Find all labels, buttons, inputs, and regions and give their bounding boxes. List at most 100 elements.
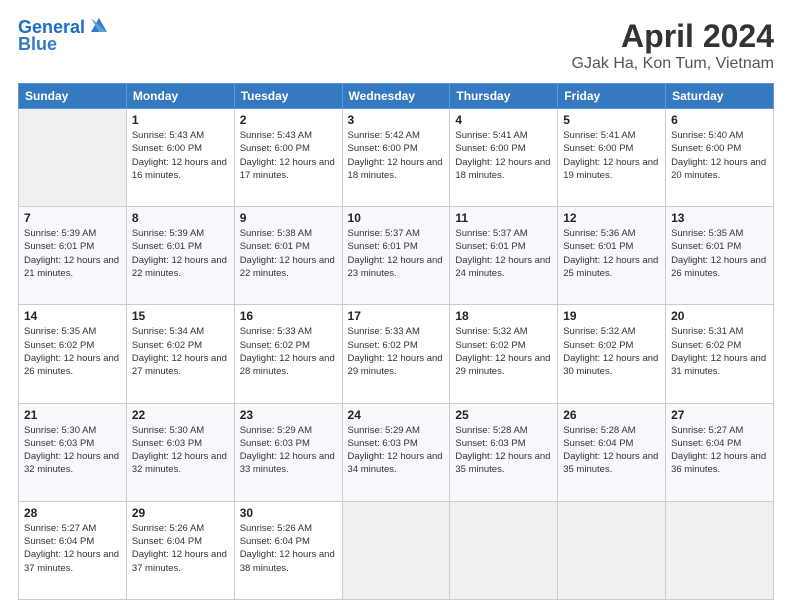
day-number: 22 [132,408,229,422]
day-number: 29 [132,506,229,520]
day-number: 4 [455,113,552,127]
weekday-header-saturday: Saturday [666,84,774,109]
day-info: Sunrise: 5:28 AMSunset: 6:03 PMDaylight:… [455,424,552,477]
day-info: Sunrise: 5:26 AMSunset: 6:04 PMDaylight:… [132,522,229,575]
header: General Blue April 2024 GJak Ha, Kon Tum… [18,18,774,73]
day-info: Sunrise: 5:34 AMSunset: 6:02 PMDaylight:… [132,325,229,378]
day-number: 23 [240,408,337,422]
weekday-header-sunday: Sunday [19,84,127,109]
calendar-cell: 11 Sunrise: 5:37 AMSunset: 6:01 PMDayligh… [450,207,558,305]
calendar-cell: 17 Sunrise: 5:33 AMSunset: 6:02 PMDayligh… [342,305,450,403]
calendar-cell: 9 Sunrise: 5:38 AMSunset: 6:01 PMDaylight… [234,207,342,305]
calendar-cell: 3 Sunrise: 5:42 AMSunset: 6:00 PMDaylight… [342,109,450,207]
calendar-cell: 16Sunrise: 5:33 AMSunset: 6:02 PMDayligh… [234,305,342,403]
weekday-header-friday: Friday [558,84,666,109]
calendar-cell: 28Sunrise: 5:27 AMSunset: 6:04 PMDayligh… [19,501,127,599]
calendar-cell: 29 Sunrise: 5:26 AMSunset: 6:04 PMDayligh… [126,501,234,599]
day-number: 24 [348,408,445,422]
calendar-cell [450,501,558,599]
day-number: 18 [455,309,552,323]
day-number: 12 [563,211,660,225]
day-number: 30 [240,506,337,520]
calendar-cell: 13 Sunrise: 5:35 AMSunset: 6:01 PMDayligh… [666,207,774,305]
day-info: Sunrise: 5:39 AMSunset: 6:01 PMDaylight:… [24,227,121,280]
day-number: 6 [671,113,768,127]
day-info: Sunrise: 5:29 AMSunset: 6:03 PMDaylight:… [240,424,337,477]
week-row-3: 14 Sunrise: 5:35 AMSunset: 6:02 PMDayligh… [19,305,774,403]
day-info: Sunrise: 5:42 AMSunset: 6:00 PMDaylight:… [348,129,445,182]
calendar-cell: 18 Sunrise: 5:32 AMSunset: 6:02 PMDayligh… [450,305,558,403]
day-info: Sunrise: 5:29 AMSunset: 6:03 PMDaylight:… [348,424,445,477]
week-row-1: 1 Sunrise: 5:43 AMSunset: 6:00 PMDaylight… [19,109,774,207]
day-number: 7 [24,211,121,225]
day-info: Sunrise: 5:27 AMSunset: 6:04 PMDaylight:… [671,424,768,477]
calendar-cell: 1 Sunrise: 5:43 AMSunset: 6:00 PMDaylight… [126,109,234,207]
day-number: 27 [671,408,768,422]
day-number: 10 [348,211,445,225]
day-info: Sunrise: 5:31 AMSunset: 6:02 PMDaylight:… [671,325,768,378]
calendar-cell: 23 Sunrise: 5:29 AMSunset: 6:03 PMDayligh… [234,403,342,501]
weekday-header-row: SundayMondayTuesdayWednesdayThursdayFrid… [19,84,774,109]
calendar-cell: 26Sunrise: 5:28 AMSunset: 6:04 PMDayligh… [558,403,666,501]
day-number: 21 [24,408,121,422]
day-number: 19 [563,309,660,323]
day-number: 8 [132,211,229,225]
day-number: 1 [132,113,229,127]
day-number: 14 [24,309,121,323]
day-number: 15 [132,309,229,323]
calendar-cell: 30Sunrise: 5:26 AMSunset: 6:04 PMDayligh… [234,501,342,599]
day-info: Sunrise: 5:41 AMSunset: 6:00 PMDaylight:… [563,129,660,182]
day-number: 17 [348,309,445,323]
day-info: Sunrise: 5:33 AMSunset: 6:02 PMDaylight:… [240,325,337,378]
weekday-header-monday: Monday [126,84,234,109]
calendar-cell: 2Sunrise: 5:43 AMSunset: 6:00 PMDaylight… [234,109,342,207]
title-block: April 2024 GJak Ha, Kon Tum, Vietnam [572,18,774,73]
weekday-header-thursday: Thursday [450,84,558,109]
day-info: Sunrise: 5:37 AMSunset: 6:01 PMDaylight:… [348,227,445,280]
calendar-cell: 20 Sunrise: 5:31 AMSunset: 6:02 PMDayligh… [666,305,774,403]
calendar-cell: 12 Sunrise: 5:36 AMSunset: 6:01 PMDayligh… [558,207,666,305]
calendar-cell: 5 Sunrise: 5:41 AMSunset: 6:00 PMDaylight… [558,109,666,207]
day-number: 3 [348,113,445,127]
day-number: 11 [455,211,552,225]
calendar-cell: 10 Sunrise: 5:37 AMSunset: 6:01 PMDayligh… [342,207,450,305]
day-number: 9 [240,211,337,225]
day-info: Sunrise: 5:33 AMSunset: 6:02 PMDaylight:… [348,325,445,378]
calendar-cell [19,109,127,207]
calendar-table: SundayMondayTuesdayWednesdayThursdayFrid… [18,83,774,600]
day-number: 20 [671,309,768,323]
calendar-cell: 25 Sunrise: 5:28 AMSunset: 6:03 PMDayligh… [450,403,558,501]
day-number: 28 [24,506,121,520]
day-number: 25 [455,408,552,422]
week-row-5: 28Sunrise: 5:27 AMSunset: 6:04 PMDayligh… [19,501,774,599]
calendar-cell: 22 Sunrise: 5:30 AMSunset: 6:03 PMDayligh… [126,403,234,501]
week-row-2: 7 Sunrise: 5:39 AMSunset: 6:01 PMDaylight… [19,207,774,305]
day-info: Sunrise: 5:40 AMSunset: 6:00 PMDaylight:… [671,129,768,182]
weekday-header-tuesday: Tuesday [234,84,342,109]
calendar-title: April 2024 [572,18,774,55]
day-info: Sunrise: 5:30 AMSunset: 6:03 PMDaylight:… [132,424,229,477]
week-row-4: 21 Sunrise: 5:30 AMSunset: 6:03 PMDayligh… [19,403,774,501]
day-info: Sunrise: 5:30 AMSunset: 6:03 PMDaylight:… [24,424,121,477]
day-info: Sunrise: 5:37 AMSunset: 6:01 PMDaylight:… [455,227,552,280]
day-info: Sunrise: 5:36 AMSunset: 6:01 PMDaylight:… [563,227,660,280]
day-info: Sunrise: 5:43 AMSunset: 6:00 PMDaylight:… [132,129,229,182]
calendar-cell: 19Sunrise: 5:32 AMSunset: 6:02 PMDayligh… [558,305,666,403]
day-number: 5 [563,113,660,127]
calendar-cell: 14 Sunrise: 5:35 AMSunset: 6:02 PMDayligh… [19,305,127,403]
day-info: Sunrise: 5:35 AMSunset: 6:01 PMDaylight:… [671,227,768,280]
day-number: 26 [563,408,660,422]
calendar-cell: 27 Sunrise: 5:27 AMSunset: 6:04 PMDayligh… [666,403,774,501]
calendar-cell: 21 Sunrise: 5:30 AMSunset: 6:03 PMDayligh… [19,403,127,501]
weekday-header-wednesday: Wednesday [342,84,450,109]
calendar-cell: 8Sunrise: 5:39 AMSunset: 6:01 PMDaylight… [126,207,234,305]
calendar-cell: 15 Sunrise: 5:34 AMSunset: 6:02 PMDayligh… [126,305,234,403]
day-info: Sunrise: 5:35 AMSunset: 6:02 PMDaylight:… [24,325,121,378]
day-info: Sunrise: 5:38 AMSunset: 6:01 PMDaylight:… [240,227,337,280]
day-info: Sunrise: 5:32 AMSunset: 6:02 PMDaylight:… [455,325,552,378]
calendar-cell: 24 Sunrise: 5:29 AMSunset: 6:03 PMDayligh… [342,403,450,501]
logo: General Blue [18,18,111,55]
calendar-cell: 6 Sunrise: 5:40 AMSunset: 6:00 PMDaylight… [666,109,774,207]
calendar-cell: 4Sunrise: 5:41 AMSunset: 6:00 PMDaylight… [450,109,558,207]
day-number: 13 [671,211,768,225]
